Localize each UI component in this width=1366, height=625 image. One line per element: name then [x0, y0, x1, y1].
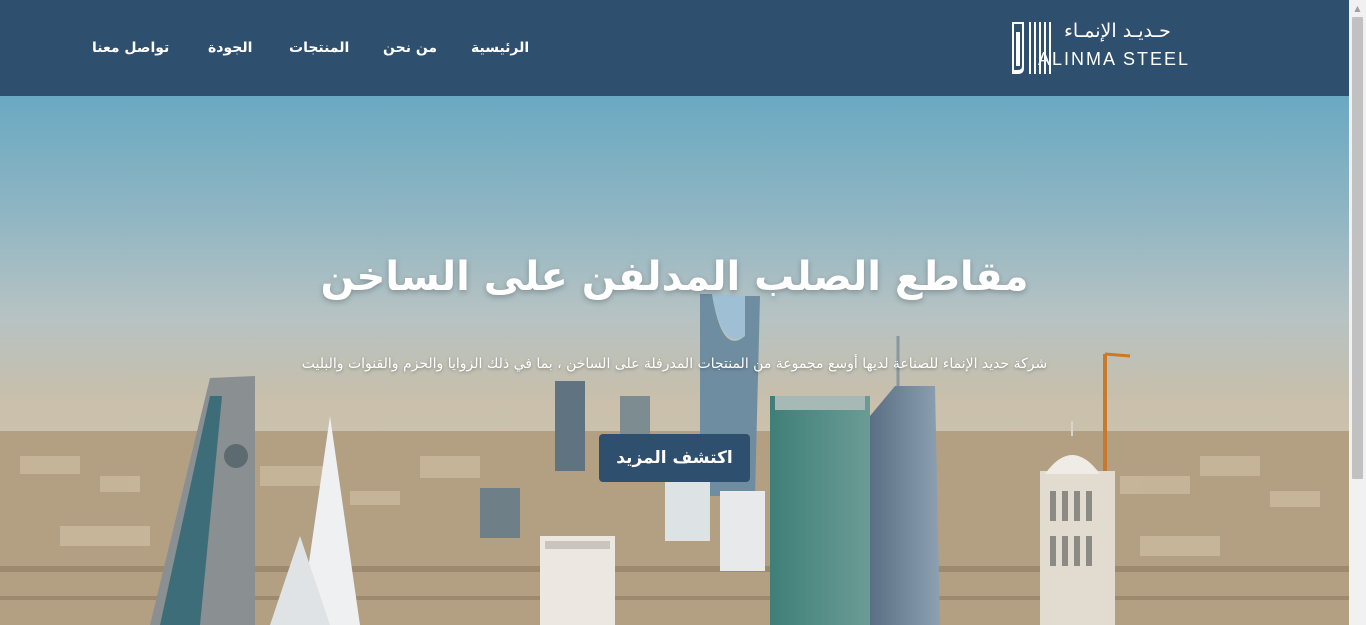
hero-subtitle: شركة حديد الإنماء للصناعة لديها أوسع مجم… — [301, 356, 1048, 372]
logo-arabic-text: حـديـد الإنمـاء — [1064, 20, 1171, 42]
nav-item-quality[interactable]: الجودة — [208, 36, 252, 60]
scrollbar-thumb[interactable] — [1352, 17, 1363, 479]
site-logo[interactable]: حـديـد الإنمـاء ALINMA STEEL — [1008, 18, 1222, 76]
nav-item-about[interactable]: من نحن — [383, 36, 437, 60]
discover-more-button[interactable]: اكتشف المزيد — [599, 434, 750, 482]
scroll-up-arrow-icon[interactable]: ▲ — [1349, 0, 1366, 17]
logo-english-text: ALINMA STEEL — [1038, 49, 1191, 69]
vertical-scrollbar[interactable]: ▲ — [1349, 0, 1366, 625]
hero-title: مقاطع الصلب المدلفن على الساخن — [320, 254, 1029, 300]
hero-banner: مقاطع الصلب المدلفن على الساخن شركة حديد… — [0, 96, 1349, 625]
nav-item-home[interactable]: الرئيسية — [471, 36, 529, 60]
nav-item-products[interactable]: المنتجات — [289, 36, 349, 60]
site-header: الرئيسية من نحن المنتجات الجودة تواصل مع… — [0, 0, 1349, 96]
nav-item-contact[interactable]: تواصل معنا — [92, 36, 169, 60]
